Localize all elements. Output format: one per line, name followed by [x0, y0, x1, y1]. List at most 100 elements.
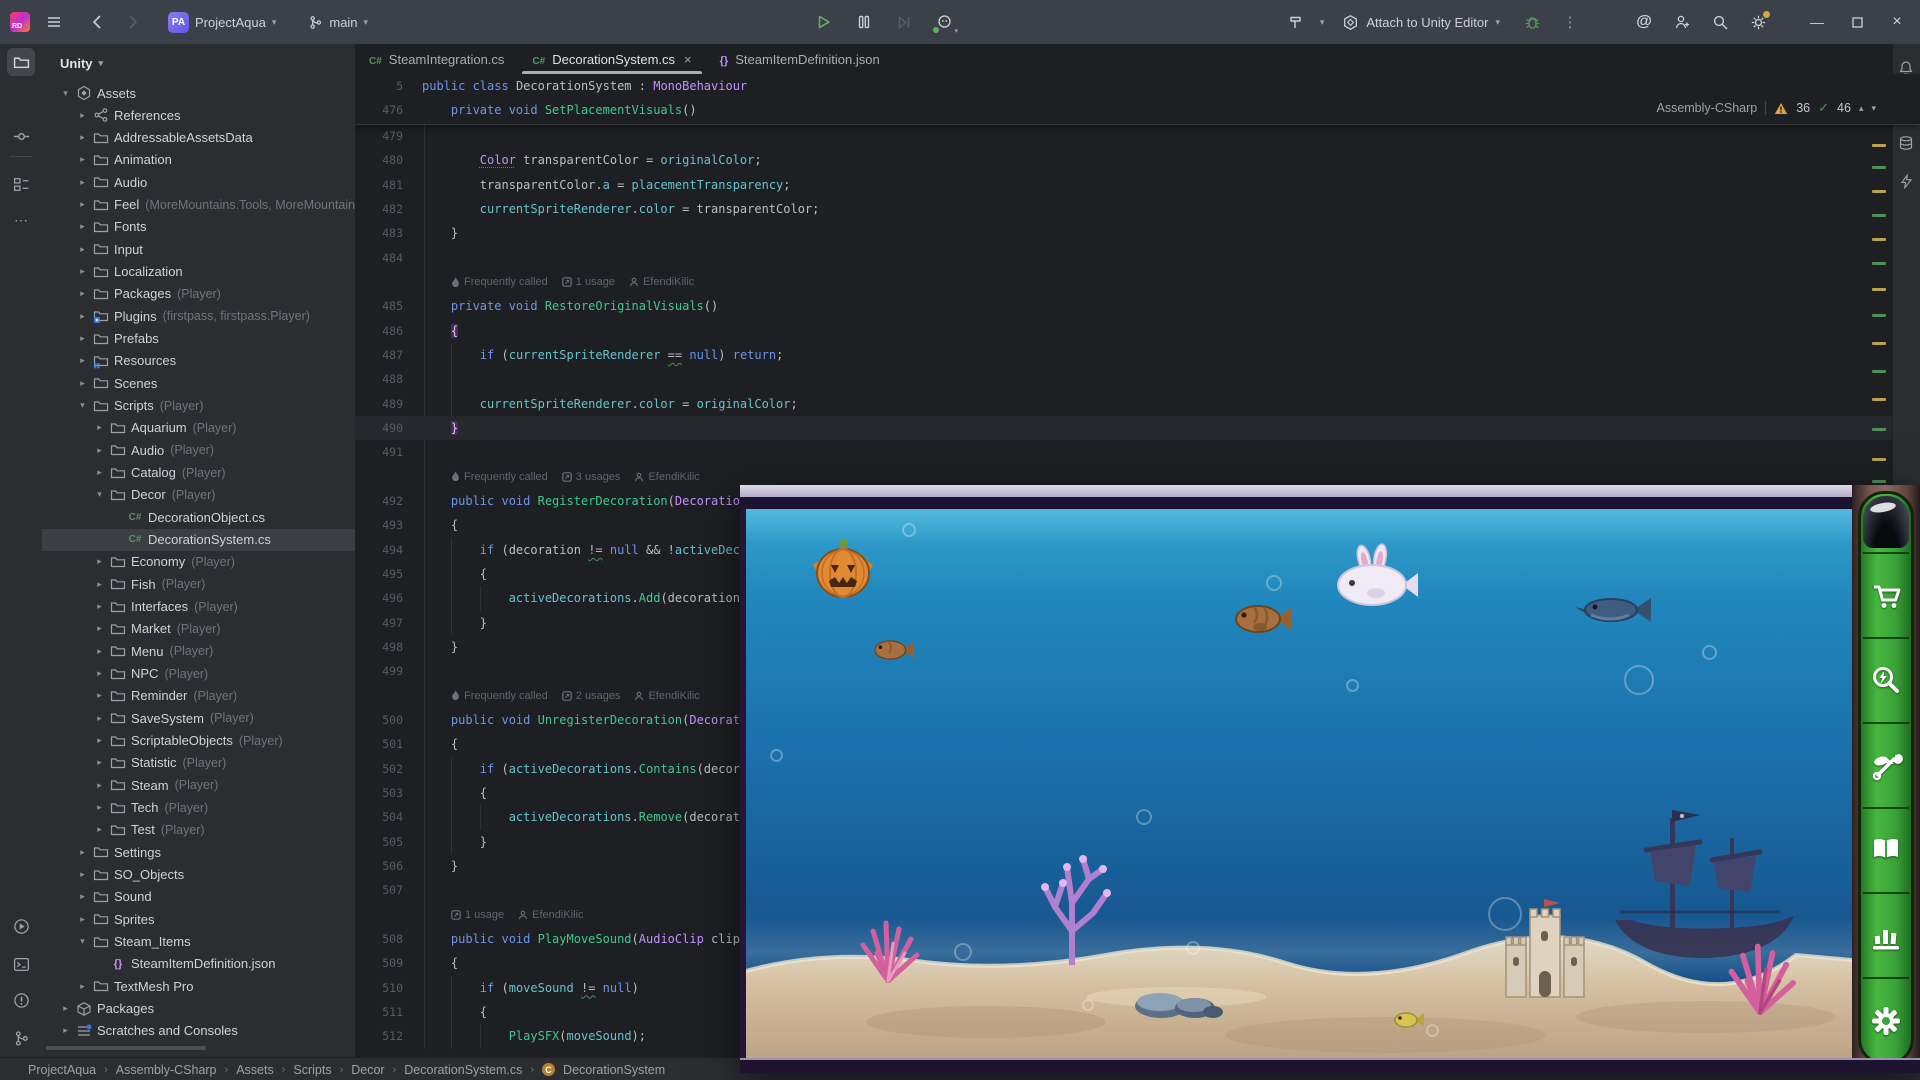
line-number[interactable]: 479 — [355, 129, 408, 143]
gradle-tool-icon[interactable] — [1893, 167, 1919, 195]
error-stripe-mark[interactable] — [1872, 370, 1886, 373]
tree-item-localization[interactable]: ▸Localization — [42, 261, 356, 283]
tree-item-interfaces[interactable]: ▸Interfaces(Player) — [42, 596, 356, 618]
frequently-called-hint[interactable]: Frequently called — [451, 471, 548, 483]
tree-chevron-icon[interactable]: ▸ — [73, 847, 92, 858]
author-hint[interactable]: EfendiKilic — [634, 690, 699, 702]
tree-item-statistic[interactable]: ▸Statistic(Player) — [42, 752, 356, 774]
error-stripe-mark[interactable] — [1872, 428, 1886, 431]
author-hint[interactable]: EfendiKilic — [634, 471, 699, 483]
main-menu-icon[interactable] — [40, 8, 68, 36]
error-stripe-mark[interactable] — [1872, 144, 1886, 147]
tree-item-aquarium[interactable]: ▸Aquarium(Player) — [42, 417, 356, 439]
line-number[interactable]: 489 — [355, 397, 408, 411]
tree-item-steamitemdefinition-json[interactable]: {}SteamItemDefinition.json — [42, 953, 356, 975]
close-button[interactable]: × — [1882, 7, 1912, 37]
tree-chevron-icon[interactable]: ▸ — [90, 757, 109, 768]
line-number[interactable]: 508 — [355, 932, 408, 946]
breadcrumb-item[interactable]: DecorationSystem.cs — [404, 1063, 522, 1077]
line-number[interactable]: 501 — [355, 737, 408, 751]
error-stripe-mark[interactable] — [1872, 288, 1886, 291]
line-number[interactable]: 488 — [355, 372, 408, 386]
step-button[interactable] — [890, 8, 918, 36]
breadcrumb-item[interactable]: ProjectAqua — [28, 1063, 96, 1077]
tree-chevron-icon[interactable]: ▾ — [73, 400, 92, 411]
line-number[interactable]: 495 — [355, 567, 408, 581]
tree-item-addressableassetsdata[interactable]: ▸AddressableAssetsData — [42, 127, 356, 149]
tree-item-decorationsystem-cs[interactable]: C#DecorationSystem.cs — [42, 529, 356, 551]
error-stripe-mark[interactable] — [1872, 314, 1886, 317]
tree-chevron-icon[interactable]: ▾ — [56, 88, 75, 99]
line-number[interactable]: 491 — [355, 445, 408, 459]
line-number[interactable]: 486 — [355, 324, 408, 338]
unity-play-mode-icon[interactable]: ▾ — [930, 8, 958, 36]
error-stripe-mark[interactable] — [1872, 190, 1886, 193]
tree-chevron-icon[interactable]: ▸ — [73, 266, 92, 277]
game-stats-button[interactable] — [1863, 892, 1909, 978]
ai-assistant-icon[interactable]: @ — [1630, 8, 1658, 36]
database-tool-icon[interactable] — [1893, 129, 1919, 157]
tree-chevron-icon[interactable]: ▸ — [73, 981, 92, 992]
tree-item-resources[interactable]: ▸Resources — [42, 350, 356, 372]
tree-item-animation[interactable]: ▸Animation — [42, 149, 356, 171]
line-number[interactable]: 507 — [355, 883, 408, 897]
forward-icon[interactable] — [118, 8, 146, 36]
line-number[interactable]: 482 — [355, 202, 408, 216]
game-settings-button[interactable] — [1863, 977, 1909, 1063]
tree-item-textmesh-pro[interactable]: ▸TextMesh Pro — [42, 975, 356, 997]
tree-item-fonts[interactable]: ▸Fonts — [42, 216, 356, 238]
line-number[interactable]: 509 — [355, 956, 408, 970]
minimize-button[interactable]: — — [1802, 7, 1832, 37]
tree-chevron-icon[interactable]: ▸ — [90, 690, 109, 701]
line-number[interactable]: 483 — [355, 226, 408, 240]
tree-chevron-icon[interactable]: ▸ — [73, 177, 92, 188]
tree-item-market[interactable]: ▸Market(Player) — [42, 618, 356, 640]
usages-hint[interactable]: 2 usages — [562, 690, 621, 702]
search-icon[interactable] — [1706, 8, 1734, 36]
tree-horizontal-scrollbar[interactable] — [46, 1046, 206, 1050]
breadcrumb-item[interactable]: Decor — [351, 1063, 384, 1077]
tree-chevron-icon[interactable]: ▸ — [73, 110, 92, 121]
tree-item-scratches-and-consoles[interactable]: ▸Scratches and Consoles — [42, 1020, 356, 1042]
tree-item-scenes[interactable]: ▸Scenes — [42, 372, 356, 394]
inspection-widget[interactable]: Assembly-CSharp 36 ✓ 46 ▴ ▾ — [1656, 96, 1876, 120]
game-cart-button[interactable] — [1863, 552, 1909, 638]
line-number[interactable]: 476 — [355, 103, 408, 117]
tree-item-audio[interactable]: ▸Audio(Player) — [42, 439, 356, 461]
version-control-tool-icon[interactable] — [7, 1024, 35, 1052]
line-number[interactable]: 498 — [355, 640, 408, 654]
tree-chevron-icon[interactable]: ▸ — [73, 244, 92, 255]
tree-chevron-icon[interactable]: ▸ — [73, 891, 92, 902]
error-stripe-mark[interactable] — [1872, 262, 1886, 265]
terminal-tool-icon[interactable] — [7, 950, 35, 978]
tree-item-settings[interactable]: ▸Settings — [42, 841, 356, 863]
structure-tool-icon[interactable] — [7, 170, 35, 198]
tree-item-scripts[interactable]: ▾Scripts(Player) — [42, 395, 356, 417]
tree-item-packages[interactable]: ▸Packages(Player) — [42, 283, 356, 305]
tree-chevron-icon[interactable]: ▸ — [73, 333, 92, 344]
line-number[interactable]: 499 — [355, 664, 408, 678]
author-hint[interactable]: EfendiKilic — [629, 276, 694, 288]
game-scanner-button[interactable] — [1863, 637, 1909, 723]
build-options-chevron-icon[interactable]: ▾ — [1320, 17, 1325, 28]
game-fish-tools-button[interactable] — [1863, 722, 1909, 808]
line-number[interactable]: 502 — [355, 762, 408, 776]
error-stripe-mark[interactable] — [1872, 238, 1886, 241]
tree-item-decor[interactable]: ▾Decor(Player) — [42, 484, 356, 506]
editor-tab-steamintegration-cs[interactable]: C#SteamIntegration.cs — [355, 44, 518, 74]
error-stripe-mark[interactable] — [1872, 342, 1886, 345]
run-tool-icon[interactable] — [7, 912, 35, 940]
tree-item-assets[interactable]: ▾Assets — [42, 82, 356, 104]
build-hammer-icon[interactable] — [1282, 8, 1310, 36]
error-stripe-mark[interactable] — [1872, 398, 1886, 401]
error-stripe-mark[interactable] — [1872, 458, 1886, 461]
more-tools-icon[interactable]: ⋯ — [7, 206, 35, 234]
line-number[interactable]: 484 — [355, 251, 408, 265]
tree-chevron-icon[interactable]: ▸ — [90, 802, 109, 813]
tree-item-so-objects[interactable]: ▸SO_Objects — [42, 864, 356, 886]
tree-chevron-icon[interactable]: ▸ — [90, 713, 109, 724]
tree-chevron-icon[interactable]: ▸ — [90, 579, 109, 590]
line-number[interactable]: 5 — [355, 79, 408, 93]
tree-chevron-icon[interactable]: ▸ — [73, 221, 92, 232]
tree-chevron-icon[interactable]: ▸ — [73, 914, 92, 925]
